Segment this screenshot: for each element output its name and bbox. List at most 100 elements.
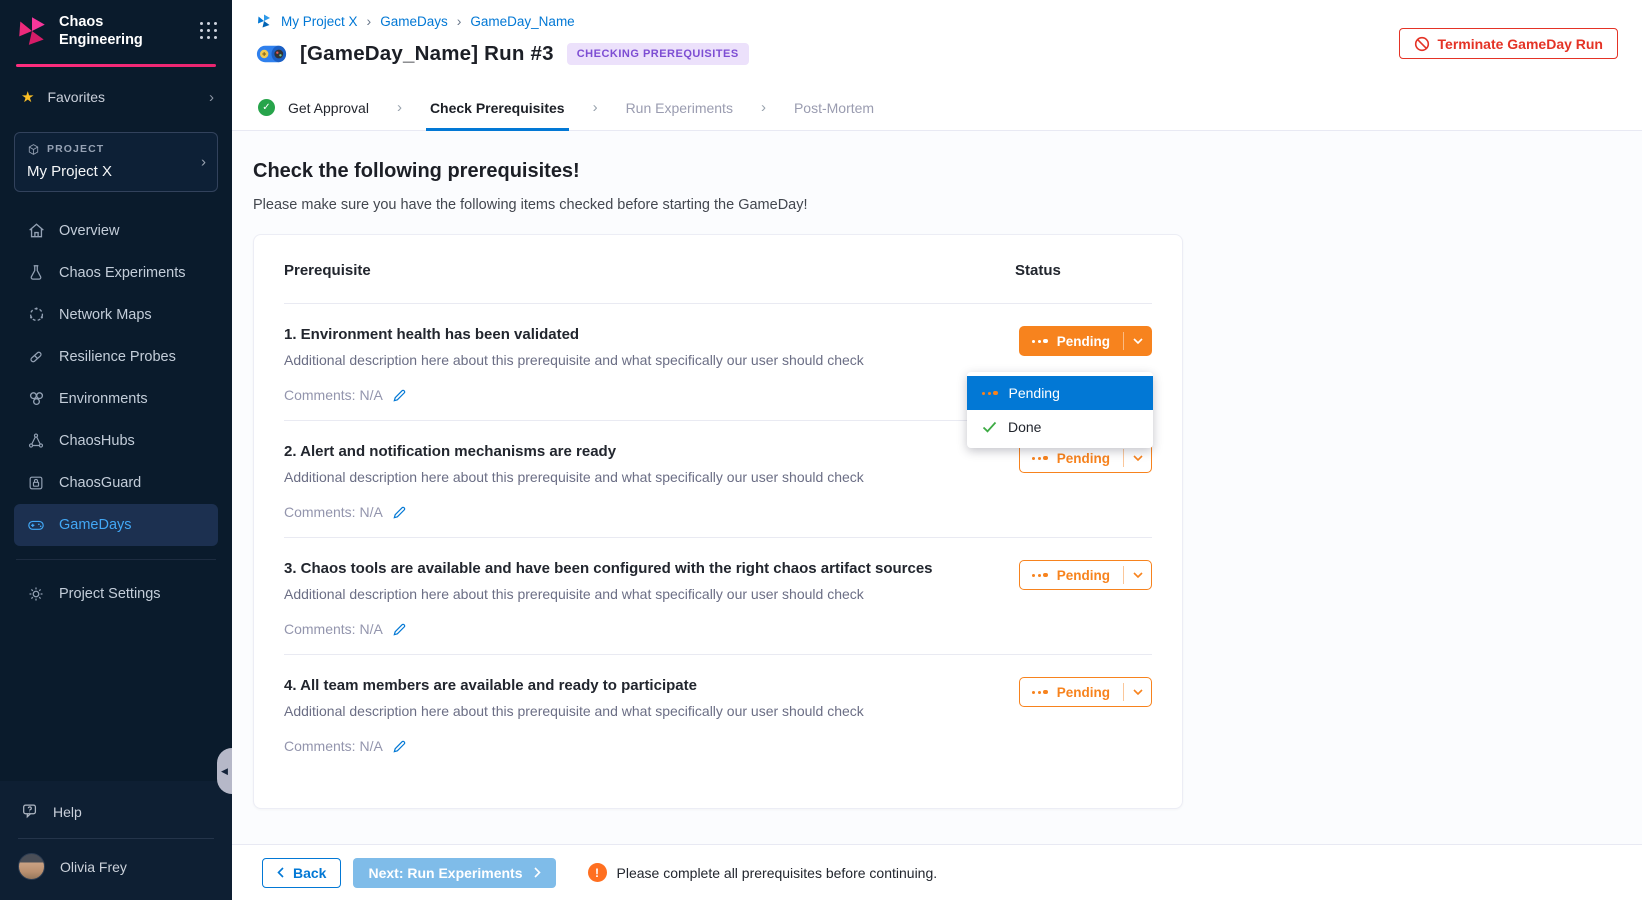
- sidebar-item-chaos-experiments[interactable]: Chaos Experiments: [14, 252, 218, 294]
- sidebar-item-project-settings[interactable]: Project Settings: [14, 573, 218, 615]
- breadcrumb-link[interactable]: My Project X: [281, 14, 358, 29]
- sidebar-item-favorites[interactable]: ★ Favorites ›: [0, 67, 232, 112]
- user-name: Olivia Frey: [60, 859, 127, 875]
- prerequisite-description: Additional description here about this p…: [284, 586, 945, 602]
- edit-comment-icon[interactable]: [392, 505, 407, 520]
- main-area: My Project X › GameDays › GameDay_Name ›: [232, 0, 1642, 900]
- chevron-right-icon: ›: [201, 153, 206, 170]
- sidebar-item-label: GameDays: [59, 517, 132, 533]
- sidebar-item-chaosguard[interactable]: ChaosGuard: [14, 462, 218, 504]
- chevron-down-icon: [1124, 561, 1151, 589]
- chaos-engineering-logo-icon: [15, 14, 49, 48]
- chevron-right-icon: ›: [209, 89, 214, 106]
- edit-comment-icon[interactable]: [392, 622, 407, 637]
- status-option-pending[interactable]: Pending: [967, 376, 1153, 410]
- stepper-tab-post-mortem[interactable]: ✓ Post-Mortem ›: [790, 85, 878, 130]
- back-button[interactable]: Back: [262, 858, 341, 888]
- breadcrumb-link[interactable]: GameDay_Name: [470, 14, 574, 29]
- stepper-tab-get-approval[interactable]: ✓ Get Approval ›: [258, 85, 426, 130]
- help-button[interactable]: Help: [0, 789, 232, 834]
- project-selector[interactable]: PROJECT My Project X ›: [14, 132, 218, 192]
- chevron-down-icon: [1124, 444, 1151, 472]
- stepper-separator-icon: ›: [593, 99, 598, 116]
- gamepad-emoji-icon: [256, 43, 287, 65]
- pending-dots-icon: [1032, 690, 1048, 695]
- chaos-breadcrumb-icon: [256, 13, 272, 29]
- sidebar-item-label: Network Maps: [59, 307, 152, 323]
- stepper-tab-check-prerequisites[interactable]: ✓ Check Prerequisites ›: [426, 85, 622, 130]
- sidebar-item-label: Overview: [59, 223, 119, 239]
- terminate-gameday-button[interactable]: Terminate GameDay Run: [1399, 28, 1618, 59]
- favorites-label: Favorites: [47, 89, 105, 105]
- sidebar-item-label: Resilience Probes: [59, 349, 176, 365]
- prerequisite-description: Additional description here about this p…: [284, 703, 945, 719]
- status-option-done[interactable]: Done: [967, 410, 1153, 444]
- sidebar: Chaos Engineering ★ Favorites › PROJECT: [0, 0, 232, 900]
- sidebar-item-label: Chaos Experiments: [59, 265, 186, 281]
- module-grid-icon[interactable]: [200, 22, 218, 40]
- sidebar-item-gamedays[interactable]: GameDays: [14, 504, 218, 546]
- next-run-experiments-button[interactable]: Next: Run Experiments: [353, 858, 555, 888]
- prerequisite-title: 1. Environment health has been validated: [284, 326, 945, 343]
- sidebar-item-label: ChaosHubs: [59, 433, 135, 449]
- warning-text: Please complete all prerequisites before…: [617, 865, 938, 881]
- network-icon: [26, 305, 46, 325]
- warning-icon: !: [588, 863, 607, 882]
- prerequisites-content: Check the following prerequisites! Pleas…: [232, 131, 1642, 844]
- pending-dots-icon: [1032, 339, 1048, 344]
- chevron-down-icon: [1124, 327, 1151, 355]
- lock-icon: [26, 473, 46, 493]
- footer-warning: ! Please complete all prerequisites befo…: [588, 863, 938, 882]
- prohibit-icon: [1414, 36, 1430, 52]
- sidebar-item-chaoshubs[interactable]: ChaosHubs: [14, 420, 218, 462]
- sidebar-item-environments[interactable]: Environments: [14, 378, 218, 420]
- gear-icon: [26, 584, 46, 604]
- breadcrumb-separator-icon: ›: [457, 13, 462, 29]
- page-title: [GameDay_Name] Run #3: [300, 42, 554, 66]
- table-header: Prerequisite Status: [284, 235, 1152, 304]
- sidebar-item-network-maps[interactable]: Network Maps: [14, 294, 218, 336]
- edit-comment-icon[interactable]: [392, 739, 407, 754]
- star-icon: ★: [21, 90, 34, 105]
- sidebar-item-label: ChaosGuard: [59, 475, 141, 491]
- pending-dots-icon: [1032, 456, 1048, 461]
- status-badge: CHECKING PREREQUISITES: [567, 43, 749, 65]
- prerequisite-description: Additional description here about this p…: [284, 352, 945, 368]
- comments-label: Comments: N/A: [284, 621, 383, 637]
- sidebar-item-resilience-probes[interactable]: Resilience Probes: [14, 336, 218, 378]
- user-menu[interactable]: Olivia Frey: [0, 839, 232, 890]
- comments-label: Comments: N/A: [284, 387, 383, 403]
- table-row-4-all-team-members-are-avail: 4. All team members are available and re…: [284, 655, 1152, 771]
- wizard-footer: Back Next: Run Experiments ! Please comp…: [232, 844, 1642, 900]
- prerequisite-description: Additional description here about this p…: [284, 469, 945, 485]
- stepper-tab-run-experiments[interactable]: ✓ Run Experiments ›: [622, 85, 790, 130]
- project-settings-label: Project Settings: [59, 586, 161, 602]
- check-circle-icon: ✓: [258, 99, 275, 116]
- sidebar-header: Chaos Engineering: [0, 0, 232, 61]
- sidebar-footer: Help Olivia Frey: [0, 781, 232, 900]
- check-icon: [982, 421, 997, 433]
- status-dropdown-button[interactable]: Pending: [1019, 560, 1152, 590]
- environments-icon: [26, 389, 46, 409]
- sidebar-divider: [16, 559, 216, 560]
- chevron-down-icon: [1124, 678, 1151, 706]
- pending-dots-icon: [982, 391, 998, 396]
- table-row-3-chaos-tools-are-available-: 3. Chaos tools are available and have be…: [284, 538, 1152, 655]
- sidebar-item-overview[interactable]: Overview: [14, 210, 218, 252]
- status-dropdown-button[interactable]: Pending: [1019, 677, 1152, 707]
- prerequisites-card: Prerequisite Status 1. Environment healt…: [253, 234, 1183, 809]
- edit-comment-icon[interactable]: [392, 388, 407, 403]
- sidebar-collapse-handle[interactable]: ◀: [217, 748, 232, 794]
- prerequisite-title: 3. Chaos tools are available and have be…: [284, 560, 945, 577]
- status-dropdown-button[interactable]: Pending: [1019, 326, 1152, 356]
- breadcrumb-link[interactable]: GameDays: [380, 14, 448, 29]
- chaos-engineering-app: Chaos Engineering ★ Favorites › PROJECT: [0, 0, 1642, 900]
- home-icon: [26, 221, 46, 241]
- status-dropdown-menu: Pending Done: [967, 372, 1153, 448]
- project-name: My Project X: [27, 163, 205, 180]
- app-title: Chaos Engineering: [59, 13, 190, 49]
- pending-dots-icon: [1032, 573, 1048, 578]
- breadcrumb-separator-icon: ›: [367, 13, 372, 29]
- user-avatar: [18, 853, 45, 880]
- hub-icon: [26, 431, 46, 451]
